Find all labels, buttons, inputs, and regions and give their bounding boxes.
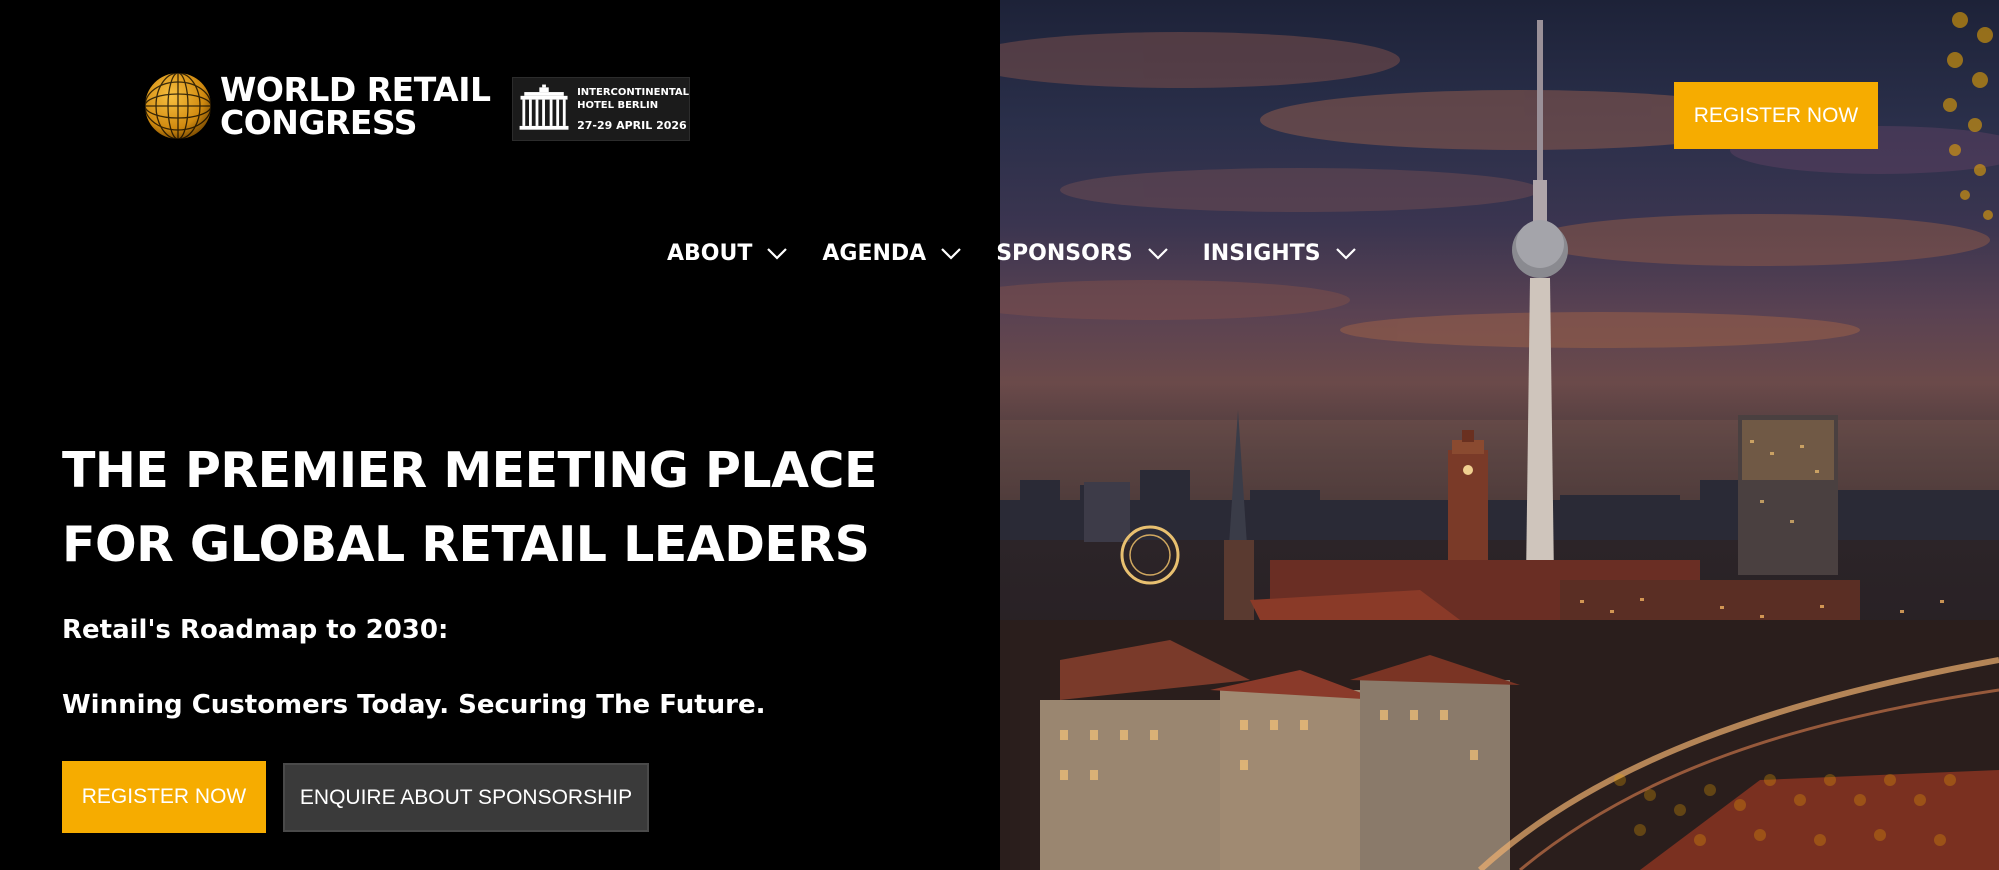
hero-title-line-2: FOR GLOBAL RETAIL LEADERS	[62, 516, 870, 573]
chevron-down-icon	[1147, 247, 1168, 260]
venue-name-line-1: INTERCONTINENTAL	[577, 87, 689, 98]
chevron-down-icon	[1335, 247, 1356, 260]
nav-item-label: AGENDA	[822, 241, 927, 266]
main-nav: ABOUT AGENDA SPONSORS INSIGHTS	[667, 241, 1391, 266]
hero-subtitle-2: Winning Customers Today. Securing The Fu…	[62, 690, 766, 720]
brandenburg-gate-icon	[519, 84, 569, 130]
venue-text: INTERCONTINENTAL HOTEL BERLIN 27-29 APRI…	[577, 86, 689, 132]
chevron-down-icon	[767, 247, 788, 260]
venue-badge: INTERCONTINENTAL HOTEL BERLIN 27-29 APRI…	[512, 77, 690, 141]
chevron-down-icon	[941, 247, 961, 260]
header-register-button[interactable]: REGISTER NOW	[1674, 82, 1878, 149]
enquire-sponsorship-button[interactable]: ENQUIRE ABOUT SPONSORSHIP	[283, 763, 649, 832]
hero-title: THE PREMIER MEETING PLACE FOR GLOBAL RET…	[62, 434, 962, 582]
nav-item-insights[interactable]: INSIGHTS	[1203, 241, 1357, 266]
hero-register-button[interactable]: REGISTER NOW	[62, 761, 266, 833]
nav-item-about[interactable]: ABOUT	[667, 241, 788, 266]
nav-item-agenda[interactable]: AGENDA	[822, 241, 962, 266]
site-logo[interactable]: WORLD RETAIL CONGRESS	[144, 72, 491, 140]
event-dates: 27-29 APRIL 2026	[577, 119, 687, 132]
nav-item-sponsors[interactable]: SPONSORS	[996, 241, 1168, 266]
logo-wordmark: WORLD RETAIL CONGRESS	[220, 73, 491, 139]
nav-item-label: ABOUT	[667, 241, 753, 266]
logo-line-1: WORLD RETAIL	[220, 70, 491, 109]
nav-item-label: SPONSORS	[996, 241, 1133, 266]
hero-subtitle-1: Retail's Roadmap to 2030:	[62, 615, 449, 645]
logo-line-2: CONGRESS	[220, 103, 417, 142]
hero-title-line-1: THE PREMIER MEETING PLACE	[62, 442, 877, 499]
dotted-globe-icon	[144, 72, 212, 140]
venue-name-line-2: HOTEL BERLIN	[577, 100, 659, 111]
nav-item-label: INSIGHTS	[1202, 241, 1321, 266]
